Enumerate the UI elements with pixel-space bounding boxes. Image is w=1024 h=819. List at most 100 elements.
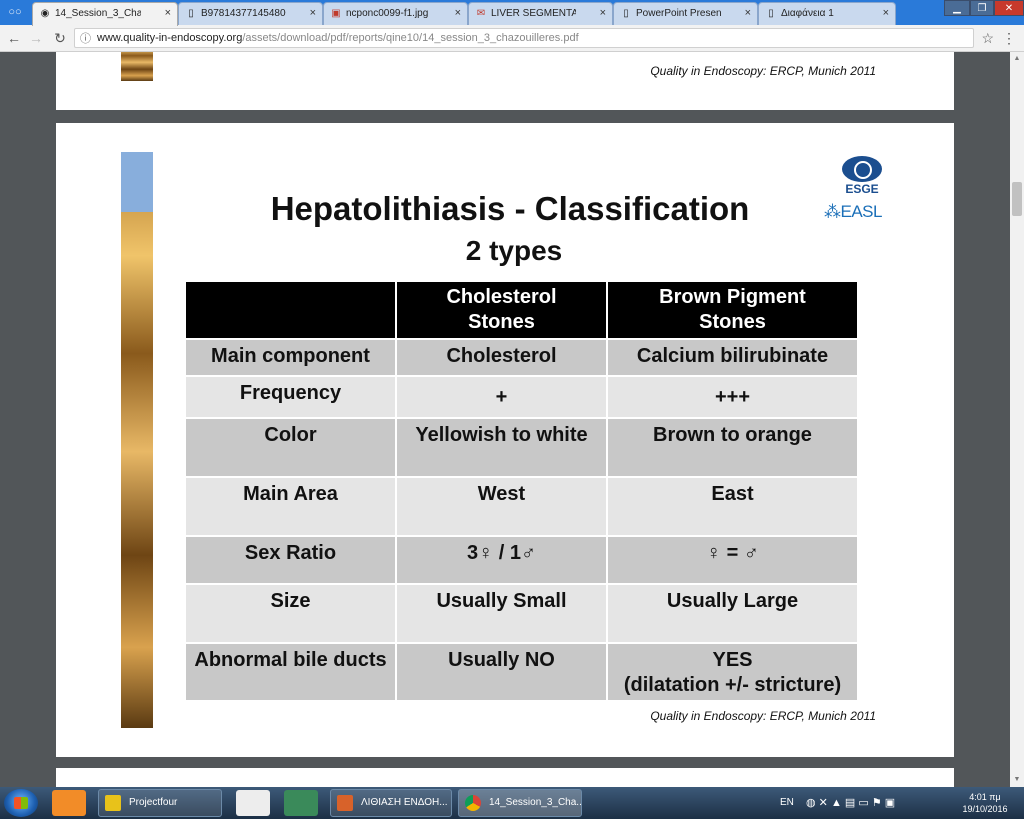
document-icon: ▯ [623,8,629,19]
row-label: Sex Ratio [184,535,397,585]
projectfour-icon [105,795,121,811]
cell-cholesterol: Usually Small [395,583,608,644]
display-icon[interactable]: ▭ [858,797,868,809]
cell-cholesterol: Usually NO [395,642,608,702]
powerpoint-icon [337,795,353,811]
document-icon[interactable]: ▤ [845,797,855,809]
back-arrow-icon[interactable]: ← [4,28,24,48]
decorative-statue-strip [121,52,153,81]
tab-title: B978143771454800039 [201,8,286,19]
classification-table: Cholesterol Stones Brown Pigment Stones … [184,280,859,702]
tab-strip: ○○ ◉ 14_Session_3_Chazouil × ▯ B97814377… [0,0,1024,26]
menu-kebab-icon[interactable]: ⋮ [1002,28,1016,48]
cell-brown-pigment: Calcium bilirubinate [606,338,859,377]
table-row: Size Usually Small Usually Large [184,583,859,644]
task-label: ΛΙΘΙΑΣΗ ΕΝΔΟΗ... [361,797,448,808]
pdf-page-next [56,768,954,787]
pdf-page-slide: Hepatolithiasis - Classification 2 types… [56,123,954,757]
tab-close-icon[interactable]: × [165,7,171,19]
forward-arrow-icon[interactable]: → [26,28,46,48]
cell-cholesterol: West [395,476,608,537]
cell-cholesterol: Yellowish to white [395,417,608,478]
flag-icon[interactable]: ⚑ [872,797,882,809]
pdf-viewport[interactable]: Quality in Endoscopy: ERCP, Munich 2011 … [0,52,1010,787]
tab-1[interactable]: ◉ 14_Session_3_Chazouil × [32,2,178,26]
tab-title: Διαφάνεια 1 [781,8,834,19]
slide-subtitle: 2 types [465,235,563,266]
bookmark-star-icon[interactable]: ☆ [981,28,994,48]
volume-muted-icon[interactable]: ✕ [819,797,828,809]
pdf-page-previous: Quality in Endoscopy: ERCP, Munich 2011 [56,52,954,110]
table-row: Main Area West East [184,476,859,537]
tab-close-icon[interactable]: × [600,7,606,19]
system-tray-icons[interactable]: ◍ ✕ ▲ ▤ ▭ ⚑ ▣ [806,787,895,819]
task-label: 14_Session_3_Cha... [489,797,582,808]
tab-title: PowerPoint Presentati [636,8,721,19]
mail-icon: ✉ [476,8,486,19]
tab-2[interactable]: ▯ B978143771454800039 × [178,2,323,25]
url-path: /assets/download/pdf/reports/qine10/14_s… [242,32,579,44]
table-row: Abnormal bile ducts Usually NO YES (dila… [184,642,859,702]
scroll-down-arrow-icon[interactable]: ▼ [1010,773,1024,787]
cell-brown-pigment: +++ [606,375,859,419]
cell-brown-pigment: Usually Large [606,583,859,644]
tab-6[interactable]: ▯ Διαφάνεια 1 × [758,2,896,25]
document-icon: ▯ [768,8,774,19]
start-button[interactable] [4,789,38,817]
media-player-icon[interactable] [52,790,86,816]
esge-easl-logo: ESGE ⁂EASL [820,156,890,226]
tab-4[interactable]: ✉ LIVER SEGMENTAL AN × [468,2,613,25]
network-icon[interactable]: ◍ [806,797,816,809]
antivirus-icon[interactable]: ▣ [885,797,895,809]
row-label: Main component [184,338,397,377]
table-header-row: Cholesterol Stones Brown Pigment Stones [184,280,859,340]
row-label: Abnormal bile ducts [184,642,397,702]
tab-close-icon[interactable]: × [455,7,461,19]
table-row: Color Yellowish to white Brown to orange [184,417,859,478]
tab-5[interactable]: ▯ PowerPoint Presentati × [613,2,758,25]
page-info-icon[interactable]: ⓘ [80,30,91,47]
shield-icon[interactable]: ▲ [831,797,842,809]
tab-title: LIVER SEGMENTAL AN [491,8,576,19]
reload-icon[interactable]: ↻ [50,28,70,48]
tab-close-icon[interactable]: × [883,7,889,19]
table-header-cell: Brown Pigment Stones [606,280,859,340]
logo-easl-label: EASL [840,202,883,221]
vertical-scrollbar[interactable]: ▲ ▼ [1010,52,1024,787]
address-bar[interactable]: ⓘ www.quality-in-endoscopy.org/assets/do… [74,28,974,48]
calculator-icon[interactable] [236,790,270,816]
clock-time: 4:01 πμ [969,792,1001,802]
tab-search-icon[interactable]: ○○ [4,4,26,21]
taskbar-task-projectfour[interactable]: Projectfour [98,789,222,817]
logo-easl-text: ⁂EASL [824,202,883,221]
tab-close-icon[interactable]: × [745,7,751,19]
taskbar-task-chrome[interactable]: 14_Session_3_Cha... [458,789,582,817]
header-cholesterol-stones: Cholesterol Stones [446,286,557,333]
row-label: Frequency [184,375,397,419]
url-host: www.quality-in-endoscopy.org [97,32,243,44]
taskbar-task-powerpoint[interactable]: ΛΙΘΙΑΣΗ ΕΝΔΟΗ... [330,789,452,817]
cell-brown-pigment: Brown to orange [606,417,859,478]
language-indicator[interactable]: EN [780,787,794,819]
maximize-button[interactable]: ❐ [970,0,994,16]
table-header-cell [184,280,397,340]
taskbar-clock[interactable]: 4:01 πμ 19/10/2016 [956,791,1014,815]
minimize-button[interactable]: ▁ [944,0,970,16]
scrollbar-thumb[interactable] [1012,182,1022,216]
close-window-button[interactable]: ✕ [994,0,1024,16]
footer-note: Quality in Endoscopy: ERCP, Munich 2011 [650,709,876,723]
clock-date: 19/10/2016 [962,804,1008,814]
footer-note: Quality in Endoscopy: ERCP, Munich 2011 [650,64,876,78]
cell-cholesterol: + [395,375,608,419]
cell-cholesterol: Cholesterol [395,338,608,377]
row-label: Size [184,583,397,644]
cell-cholesterol: 3♀ / 1♂ [395,535,608,585]
scroll-up-arrow-icon[interactable]: ▲ [1010,52,1024,66]
task-label: Projectfour [129,797,178,808]
image-icon: ▣ [331,8,341,19]
tab-3[interactable]: ▣ ncponc0099-f1.jpg (60 × [323,2,468,25]
row-label: Main Area [184,476,397,537]
taskbar: Projectfour ΛΙΘΙΑΣΗ ΕΝΔΟΗ... 14_Session_… [0,787,1024,819]
tab-close-icon[interactable]: × [310,7,316,19]
recycle-bin-icon[interactable] [284,790,318,816]
